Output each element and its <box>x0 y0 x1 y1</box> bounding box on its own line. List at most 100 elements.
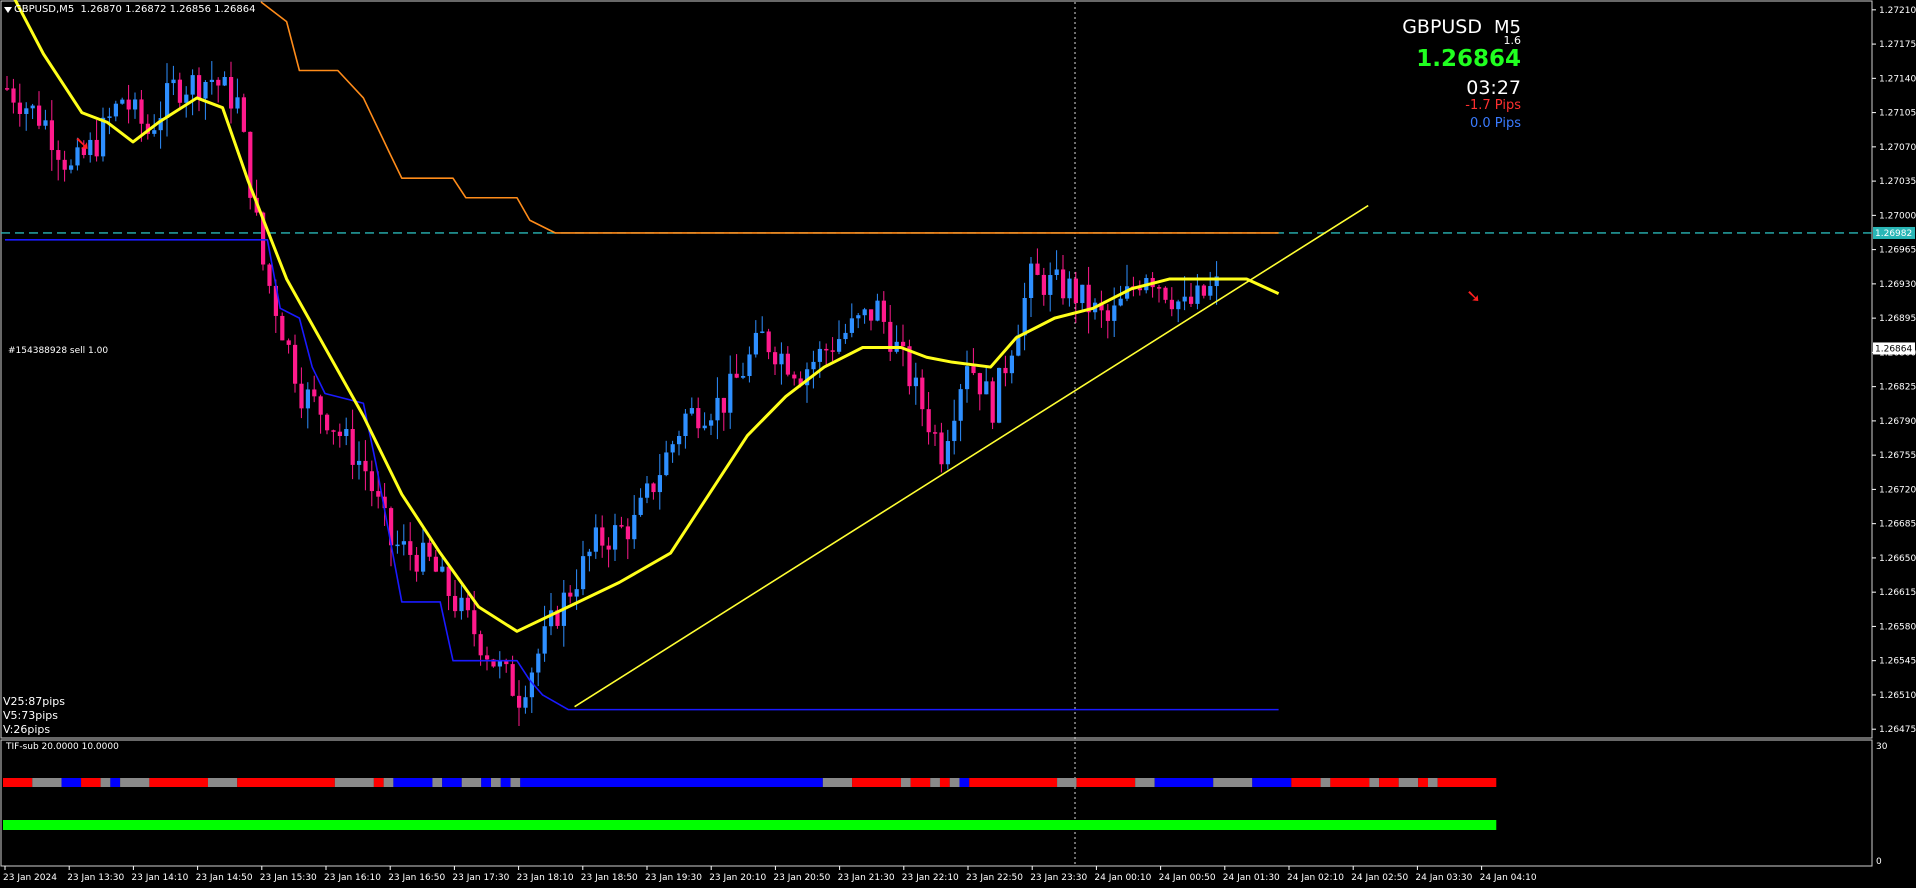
candle-body <box>56 150 61 160</box>
signal-strip-segment <box>1437 778 1497 787</box>
candle-body <box>1201 285 1206 296</box>
upper-envelope-line <box>260 1 1279 234</box>
price-chart[interactable]: 1.27210 1.27175 1.27140 1.27105 1.27070 1.270… <box>0 0 1916 888</box>
ohlc-values: 1.26870 1.26872 1.26856 1.26864 <box>80 4 256 15</box>
candle-body <box>43 120 48 126</box>
candle-body <box>133 99 138 110</box>
order-label[interactable]: #154388928 sell 1.00 <box>8 346 108 356</box>
current-price-axis-label: 1.26864 <box>1875 344 1912 354</box>
candle-body <box>977 373 982 395</box>
signal-strip-segment <box>110 778 121 787</box>
candle-body <box>709 420 714 426</box>
candle-body <box>856 315 861 319</box>
candle-body <box>472 610 477 635</box>
candle-body <box>984 381 989 395</box>
signal-strip-segment <box>3 778 33 787</box>
candle-body <box>849 318 854 333</box>
candle-body <box>1176 301 1181 310</box>
candle-body <box>165 83 170 119</box>
time-tick-label: 24 Jan 02:50 <box>1351 873 1408 883</box>
candle-body <box>990 381 995 423</box>
candle-body <box>766 331 771 353</box>
price-tick-label: 1.27175 <box>1879 40 1916 50</box>
candle-body <box>1048 275 1053 295</box>
candle-body <box>734 373 739 378</box>
candle-body <box>126 99 131 110</box>
candle-body <box>395 544 400 547</box>
candle-body <box>997 367 1002 423</box>
time-tick-label: 23 Jan 17:30 <box>452 873 509 883</box>
signal-strip-segment <box>1320 778 1331 787</box>
pips-blue: 0.0 Pips <box>1470 116 1521 131</box>
candle-body <box>824 348 829 351</box>
signal-strip-segment <box>1213 778 1253 787</box>
candle-body <box>657 475 662 493</box>
time-tick-label: 24 Jan 04:10 <box>1480 873 1537 883</box>
signal-strip-segment <box>1427 778 1438 787</box>
candle-body <box>171 79 176 84</box>
signal-strip-segment <box>32 778 62 787</box>
candle-body <box>958 389 963 421</box>
time-tick-label: 23 Jan 16:10 <box>324 873 381 883</box>
candle-body <box>421 542 426 572</box>
candle-body <box>152 130 157 134</box>
candle-body <box>1035 263 1040 275</box>
candle-body <box>760 331 765 333</box>
signal-strip-segment <box>910 778 931 787</box>
signal-strip-segment <box>1330 778 1370 787</box>
candle-body <box>427 542 432 557</box>
candle-body <box>139 99 144 124</box>
candle-body <box>542 626 547 654</box>
candle-body <box>325 414 330 431</box>
candle-body <box>241 97 246 132</box>
time-tick-label: 23 Jan 15:30 <box>260 873 317 883</box>
signal-strip-segment <box>481 778 491 787</box>
candle-body <box>600 527 605 546</box>
candle-body <box>229 77 234 109</box>
signal-strip-segment <box>939 778 950 787</box>
candle-body <box>619 525 624 527</box>
candle-body <box>587 551 592 557</box>
candle-body <box>1067 278 1072 299</box>
signal-strip-segment <box>81 778 101 787</box>
signal-strip-segment <box>1398 778 1419 787</box>
candle-body <box>1157 287 1162 289</box>
signal-strip-segment <box>393 778 433 787</box>
price-tick-label: 1.26790 <box>1879 417 1916 427</box>
candle-body <box>1009 355 1014 374</box>
time-tick-label: 23 Jan 13:30 <box>67 873 124 883</box>
candle-body <box>811 361 816 370</box>
price-tick-label: 1.27000 <box>1879 211 1916 221</box>
time-tick-label: 23 Jan 22:10 <box>902 873 959 883</box>
candle-body <box>715 397 720 421</box>
candle-body <box>497 660 502 667</box>
time-tick-label: 23 Jan 20:10 <box>709 873 766 883</box>
candle-body <box>337 431 342 437</box>
signal-strip-segment <box>432 778 443 787</box>
candle-body <box>190 75 195 95</box>
candle-body <box>728 373 733 413</box>
symbol-menu-icon[interactable] <box>4 7 12 13</box>
candle-body <box>485 655 490 660</box>
time-tick-label: 23 Jan 20:50 <box>773 873 830 883</box>
candle-body <box>350 429 355 465</box>
candle-body <box>459 597 464 612</box>
candle-body <box>5 88 10 90</box>
candle-body <box>357 460 362 465</box>
candle-body <box>299 383 304 409</box>
candle-body <box>971 366 976 374</box>
candle-body <box>209 79 214 82</box>
candle-body <box>939 432 944 465</box>
candle-body <box>433 556 438 572</box>
signal-strip-segment <box>383 778 394 787</box>
subwindow-scale-bottom: 0 <box>1876 857 1882 867</box>
candle-body <box>1189 296 1194 304</box>
candle-body <box>69 165 74 170</box>
time-tick-label: 23 Jan 16:50 <box>388 873 445 883</box>
candle-body <box>702 425 707 429</box>
candle-body <box>62 159 67 170</box>
green-signal-strip <box>3 820 1497 830</box>
candle-body <box>837 339 842 352</box>
subwindow-frame <box>0 739 1873 867</box>
subwindow-scale-top: 30 <box>1876 742 1888 752</box>
